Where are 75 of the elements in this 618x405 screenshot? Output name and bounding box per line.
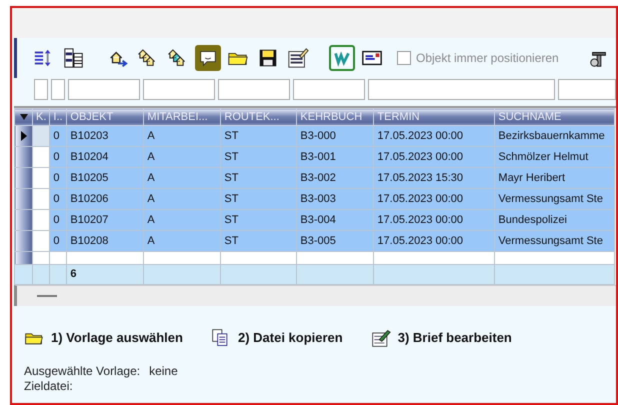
filter-field[interactable] bbox=[143, 79, 216, 100]
table-cell: 0 bbox=[50, 188, 67, 210]
form-edit-icon bbox=[287, 47, 309, 69]
word-icon bbox=[331, 47, 353, 69]
filter-field[interactable] bbox=[558, 79, 616, 100]
table-cell: Mayr Heribert bbox=[494, 168, 615, 188]
table-cell: 17.05.2023 00:00 bbox=[374, 188, 495, 210]
info-label: Ausgewählte Vorlage: bbox=[24, 364, 140, 378]
action-button[interactable]: 1) Vorlage auswählen bbox=[24, 328, 183, 348]
current-row-icon bbox=[20, 130, 28, 142]
table-cell: 17.05.2023 15:30 bbox=[374, 168, 495, 188]
dropdown-icon bbox=[18, 113, 28, 121]
table-cell: B10204 bbox=[66, 146, 144, 168]
table-cell: Bundespolizei bbox=[494, 210, 615, 230]
table-cell: B3-001 bbox=[296, 146, 374, 168]
table-cell: Bezirksbauernkamme bbox=[494, 126, 615, 146]
table-cell: B10207 bbox=[66, 210, 144, 230]
table-cell: B10203 bbox=[66, 126, 144, 146]
table-cell: 17.05.2023 00:00 bbox=[374, 210, 495, 230]
action-button[interactable]: 2) Datei kopieren bbox=[210, 328, 343, 348]
table-cell: B10205 bbox=[66, 168, 144, 188]
table-cell: 17.05.2023 00:00 bbox=[374, 146, 495, 168]
table-cell: Schmölzer Helmut bbox=[494, 146, 615, 168]
table-cell: B3-005 bbox=[296, 230, 374, 252]
filter-field[interactable] bbox=[218, 79, 290, 100]
column-header[interactable]: MITARBEI... bbox=[144, 108, 221, 126]
table-cell: 0 bbox=[50, 126, 67, 146]
action-button[interactable]: 3) Brief bearbeiten bbox=[370, 328, 512, 348]
column-header[interactable]: K. bbox=[32, 108, 50, 126]
toolbar-button[interactable] bbox=[195, 45, 221, 71]
table-cell: A bbox=[144, 168, 221, 188]
table-cell: 17.05.2023 00:00 bbox=[374, 230, 495, 252]
table-cell: A bbox=[144, 188, 221, 210]
table-cell: B3-002 bbox=[296, 168, 374, 188]
letter-edit-icon bbox=[370, 328, 391, 348]
info-label: Zieldatei: bbox=[24, 379, 73, 393]
columns-icon bbox=[63, 47, 85, 69]
table-cell: B10208 bbox=[66, 230, 144, 252]
column-header[interactable]: KEHRBUCH bbox=[296, 108, 374, 126]
filter-field[interactable] bbox=[368, 79, 556, 100]
table-cell: ST bbox=[220, 146, 297, 168]
table-cell: Vermessungsamt Ste bbox=[494, 188, 615, 210]
table-cell: 0 bbox=[50, 146, 67, 168]
column-header[interactable]: SUCHNAME bbox=[494, 108, 615, 126]
filter-field[interactable] bbox=[292, 79, 365, 100]
table-cell: ST bbox=[220, 168, 297, 188]
table-cell: A bbox=[144, 146, 221, 168]
table-cell: ST bbox=[220, 188, 297, 210]
table-cell: A bbox=[144, 230, 221, 252]
table-cell: ST bbox=[220, 230, 297, 252]
filter-field[interactable] bbox=[68, 79, 140, 100]
column-header[interactable]: ROUTEK... bbox=[220, 108, 297, 126]
table-cell: B3-004 bbox=[296, 210, 374, 230]
select-all-handle[interactable] bbox=[14, 108, 32, 126]
column-header[interactable]: OBJEKT bbox=[66, 108, 144, 126]
summary-count: 6 bbox=[66, 264, 144, 284]
filter-field[interactable] bbox=[34, 79, 48, 100]
table-cell: 17.05.2023 00:00 bbox=[374, 126, 495, 146]
column-header[interactable]: I.. bbox=[50, 108, 67, 126]
checkbox-label: Objekt immer positionieren bbox=[416, 50, 559, 67]
table-cell: ST bbox=[220, 210, 297, 230]
table-cell: B3-000 bbox=[296, 126, 374, 146]
table-cell: A bbox=[144, 210, 221, 230]
column-header[interactable]: TERMIN bbox=[374, 108, 495, 126]
table-cell: ST bbox=[220, 126, 297, 146]
table-cell: 0 bbox=[50, 168, 67, 188]
table-cell: A bbox=[144, 126, 221, 146]
info-value: keine bbox=[149, 364, 178, 378]
row-header[interactable] bbox=[14, 126, 32, 146]
table-cell: B10206 bbox=[66, 188, 144, 210]
table-cell: 0 bbox=[50, 210, 67, 230]
filter-field[interactable] bbox=[50, 79, 66, 100]
table-cell: 0 bbox=[50, 230, 67, 252]
table-cell: B3-003 bbox=[296, 188, 374, 210]
table-cell: Vermessungsamt Ste bbox=[494, 230, 615, 252]
